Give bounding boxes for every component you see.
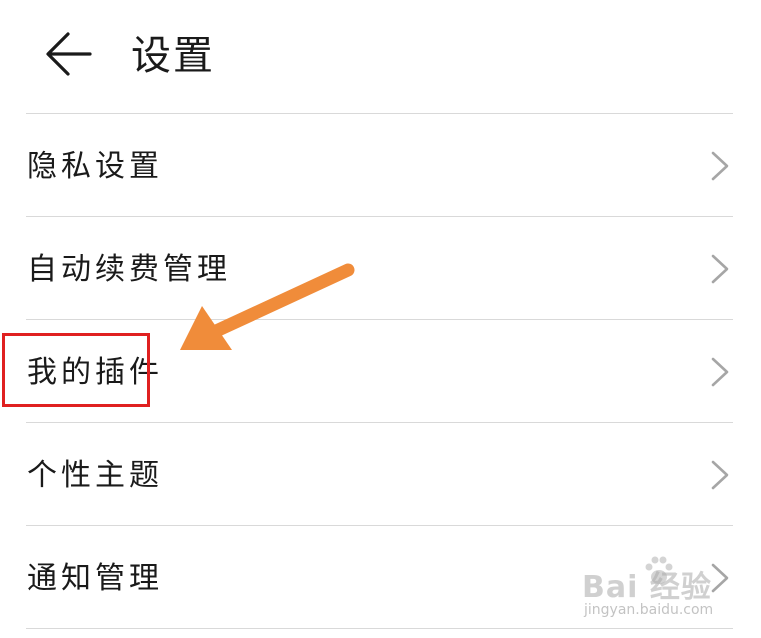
chevron-right-icon <box>711 254 729 284</box>
settings-item-label: 个性主题 <box>27 458 163 493</box>
settings-item-label: 通知管理 <box>27 561 163 596</box>
arrow-left-icon <box>46 32 92 76</box>
settings-item-privacy[interactable]: 隐私设置 <box>0 114 761 216</box>
chevron-right-icon <box>711 357 729 387</box>
settings-item-theme[interactable]: 个性主题 <box>0 423 761 525</box>
settings-item-label: 自动续费管理 <box>27 252 231 287</box>
settings-item-notifications[interactable]: 通知管理 <box>0 526 761 628</box>
divider <box>26 628 733 629</box>
back-button[interactable] <box>38 28 98 80</box>
page-title: 设置 <box>131 33 215 79</box>
app-header: 设置 <box>0 0 761 114</box>
chevron-right-icon <box>711 460 729 490</box>
settings-item-label: 隐私设置 <box>27 149 163 184</box>
settings-list: 隐私设置 自动续费管理 我的插件 个性主题 通知管理 <box>0 113 761 629</box>
settings-item-auto-renew[interactable]: 自动续费管理 <box>0 217 761 319</box>
chevron-right-icon <box>711 151 729 181</box>
chevron-right-icon <box>711 563 729 593</box>
settings-item-my-plugins[interactable]: 我的插件 <box>0 320 761 422</box>
settings-item-label: 我的插件 <box>27 355 163 390</box>
